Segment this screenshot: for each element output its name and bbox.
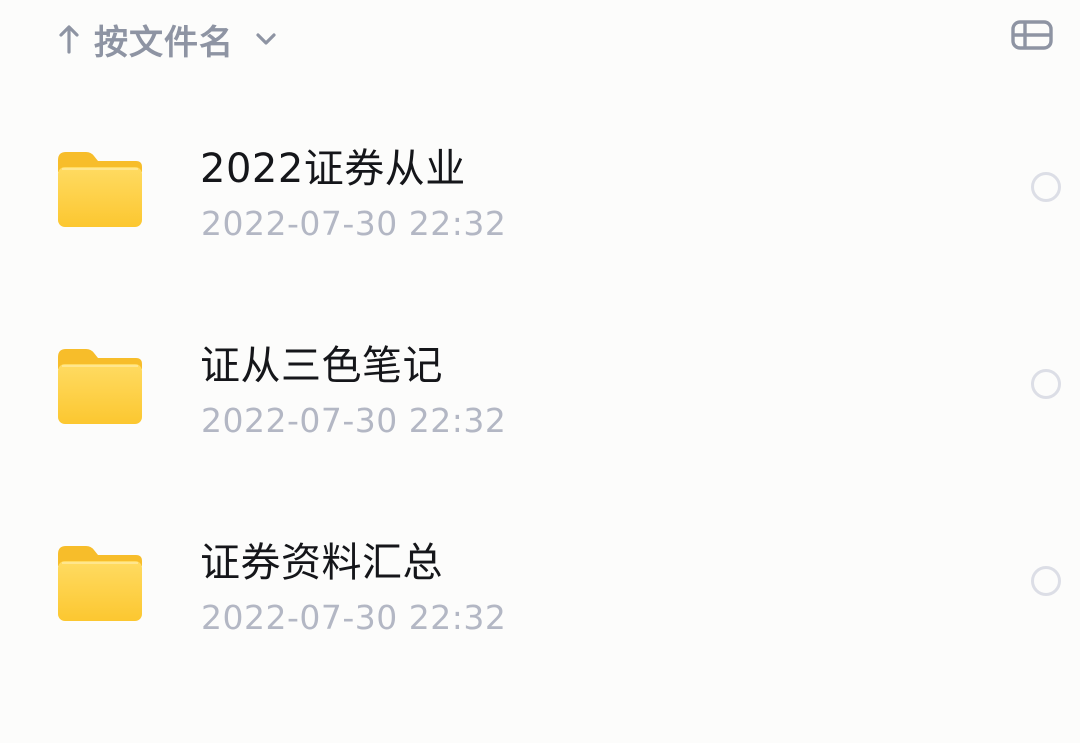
file-row[interactable]: 证从三色笔记 2022-07-30 22:32 bbox=[0, 305, 1080, 502]
folder-icon bbox=[56, 544, 144, 624]
file-list: 2022证券从业 2022-07-30 22:32 证从三色笔记 2022-07… bbox=[0, 108, 1080, 699]
file-name: 2022证券从业 bbox=[200, 146, 466, 192]
view-toggle-button[interactable] bbox=[1010, 18, 1054, 56]
folder-icon bbox=[56, 150, 144, 230]
select-checkbox[interactable] bbox=[1031, 369, 1061, 399]
file-date: 2022-07-30 22:32 bbox=[201, 204, 507, 243]
sort-selector[interactable]: 按文件名 bbox=[56, 8, 280, 70]
file-name: 证从三色笔记 bbox=[200, 343, 443, 389]
file-row[interactable]: 2022证券从业 2022-07-30 22:32 bbox=[0, 108, 1080, 305]
sort-label: 按文件名 bbox=[94, 22, 234, 63]
select-checkbox[interactable] bbox=[1031, 566, 1061, 596]
select-checkbox[interactable] bbox=[1031, 172, 1061, 202]
file-date: 2022-07-30 22:32 bbox=[201, 598, 507, 637]
file-name: 证券资料汇总 bbox=[200, 540, 443, 586]
file-date: 2022-07-30 22:32 bbox=[201, 401, 507, 440]
folder-icon bbox=[56, 347, 144, 427]
arrow-up-icon bbox=[56, 21, 82, 57]
chevron-down-icon bbox=[252, 25, 280, 53]
list-view-icon bbox=[1011, 20, 1053, 54]
file-row[interactable]: 证券资料汇总 2022-07-30 22:32 bbox=[0, 502, 1080, 699]
